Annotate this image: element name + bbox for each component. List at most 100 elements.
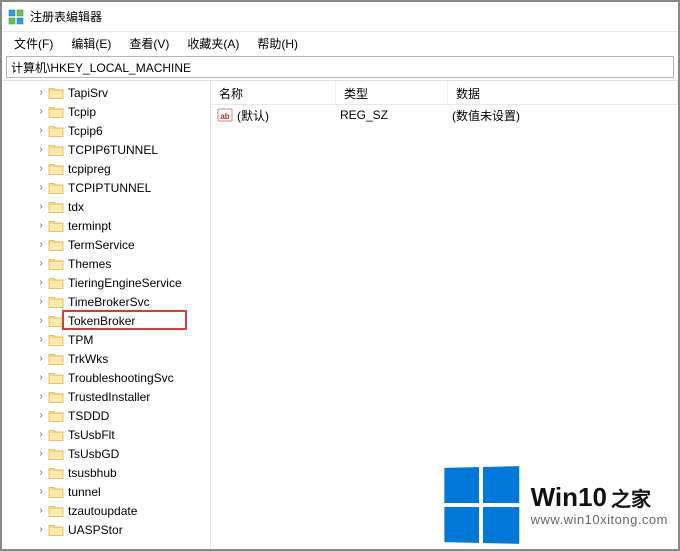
col-header-type[interactable]: 类型 — [336, 81, 448, 104]
expand-chevron-icon[interactable]: › — [36, 316, 46, 326]
expand-chevron-icon[interactable]: › — [36, 259, 46, 269]
tree-item-label: TCPIP6TUNNEL — [68, 143, 158, 157]
tree-item-label: TroubleshootingSvc — [68, 371, 174, 385]
address-path: 计算机\HKEY_LOCAL_MACHINE — [11, 59, 191, 76]
expand-chevron-icon[interactable]: › — [36, 221, 46, 231]
tree-item-label: Tcpip — [68, 105, 96, 119]
expand-chevron-icon[interactable]: › — [36, 506, 46, 516]
tree-item-tunnel[interactable]: ›tunnel — [2, 482, 210, 501]
tree-item-tsddd[interactable]: › TSDDD — [2, 406, 210, 425]
folder-icon — [48, 238, 64, 252]
window-title: 注册表编辑器 — [30, 8, 102, 25]
address-bar[interactable]: 计算机\HKEY_LOCAL_MACHINE — [6, 56, 674, 78]
folder-icon — [48, 200, 64, 214]
tree-item-label: TsUsbFlt — [68, 428, 115, 442]
tree-item-tcpip6[interactable]: › Tcpip6 — [2, 121, 210, 140]
tree-item-tcpip[interactable]: › Tcpip — [2, 102, 210, 121]
value-row[interactable]: ab(默认)REG_SZ(数值未设置) — [211, 105, 678, 125]
expand-chevron-icon[interactable]: › — [36, 240, 46, 250]
tree-item-label: Themes — [68, 257, 111, 271]
expand-chevron-icon[interactable]: › — [36, 430, 46, 440]
tree-item-troubleshootingsvc[interactable]: › TroubleshootingSvc — [2, 368, 210, 387]
expand-chevron-icon[interactable]: › — [36, 354, 46, 364]
tree-item-terminpt[interactable]: › terminpt — [2, 216, 210, 235]
tree-item-tapisrv[interactable]: › TapiSrv — [2, 83, 210, 102]
folder-icon — [48, 181, 64, 195]
tree-item-tdx[interactable]: ›tdx — [2, 197, 210, 216]
tree-item-uaspstor[interactable]: › UASPStor — [2, 520, 210, 539]
expand-chevron-icon[interactable]: › — [36, 202, 46, 212]
expand-chevron-icon[interactable]: › — [36, 145, 46, 155]
folder-icon — [48, 523, 64, 537]
tree-item-label: UASPStor — [68, 523, 123, 537]
folder-icon — [48, 86, 64, 100]
folder-icon — [48, 143, 64, 157]
values-pane[interactable]: 名称 类型 数据 ab(默认)REG_SZ(数值未设置) — [211, 81, 678, 549]
tree-item-label: TCPIPTUNNEL — [68, 181, 151, 195]
menu-help[interactable]: 帮助(H) — [249, 33, 306, 54]
tree-item-tpm[interactable]: › TPM — [2, 330, 210, 349]
folder-icon — [48, 371, 64, 385]
expand-chevron-icon[interactable]: › — [36, 278, 46, 288]
col-header-data[interactable]: 数据 — [448, 81, 678, 104]
tree-item-label: TSDDD — [68, 409, 109, 423]
tree-pane[interactable]: › TapiSrv › Tcpip › Tcpip6 › TCPIP6TUNNEL ›tcpip… — [2, 81, 211, 549]
tree-item-label: TrustedInstaller — [68, 390, 150, 404]
expand-chevron-icon[interactable]: › — [36, 487, 46, 497]
folder-icon — [48, 333, 64, 347]
value-name: (默认) — [237, 107, 340, 124]
tree-item-label: Tcpip6 — [68, 124, 103, 138]
tree-item-label: TsUsbGD — [68, 447, 119, 461]
menu-view[interactable]: 查看(V) — [121, 33, 177, 54]
folder-icon — [48, 257, 64, 271]
tree-item-tcpiptunnel[interactable]: › TCPIPTUNNEL — [2, 178, 210, 197]
expand-chevron-icon[interactable]: › — [36, 164, 46, 174]
tree-item-timebrokersvc[interactable]: ›TimeBrokerSvc — [2, 292, 210, 311]
expand-chevron-icon[interactable]: › — [36, 335, 46, 345]
expand-chevron-icon[interactable]: › — [36, 411, 46, 421]
tree-item-tsusbflt[interactable]: › TsUsbFlt — [2, 425, 210, 444]
tree-item-themes[interactable]: › Themes — [2, 254, 210, 273]
expand-chevron-icon[interactable]: › — [36, 373, 46, 383]
tree-item-tzautoupdate[interactable]: › tzautoupdate — [2, 501, 210, 520]
tree-item-label: tzautoupdate — [68, 504, 137, 518]
expand-chevron-icon[interactable]: › — [36, 88, 46, 98]
tree-item-tcpipreg[interactable]: ›tcpipreg — [2, 159, 210, 178]
tree-item-tokenbroker[interactable]: ›TokenBroker — [2, 311, 210, 330]
tree-item-label: TapiSrv — [68, 86, 108, 100]
tree-item-label: TPM — [68, 333, 93, 347]
col-header-name[interactable]: 名称 — [211, 81, 336, 104]
expand-chevron-icon[interactable]: › — [36, 183, 46, 193]
tree-item-tieringengineservice[interactable]: ›TieringEngineService — [2, 273, 210, 292]
expand-chevron-icon[interactable]: › — [36, 297, 46, 307]
tree-item-label: terminpt — [68, 219, 111, 233]
expand-chevron-icon[interactable]: › — [36, 468, 46, 478]
expand-chevron-icon[interactable]: › — [36, 107, 46, 117]
expand-chevron-icon[interactable]: › — [36, 525, 46, 535]
expand-chevron-icon[interactable]: › — [36, 392, 46, 402]
expand-chevron-icon[interactable]: › — [36, 126, 46, 136]
tree-item-termservice[interactable]: ›TermService — [2, 235, 210, 254]
folder-icon — [48, 352, 64, 366]
tree-item-label: TrkWks — [68, 352, 108, 366]
svg-text:ab: ab — [220, 112, 229, 121]
folder-icon — [48, 276, 64, 290]
tree-item-tsusbgd[interactable]: › TsUsbGD — [2, 444, 210, 463]
folder-icon — [48, 485, 64, 499]
tree-item-tcpip6tunnel[interactable]: › TCPIP6TUNNEL — [2, 140, 210, 159]
regedit-icon — [8, 9, 24, 25]
expand-chevron-icon[interactable]: › — [36, 449, 46, 459]
folder-icon — [48, 219, 64, 233]
menu-favorites[interactable]: 收藏夹(A) — [179, 33, 247, 54]
titlebar: 注册表编辑器 — [2, 2, 678, 32]
menu-edit[interactable]: 编辑(E) — [63, 33, 119, 54]
tree-item-label: tsusbhub — [68, 466, 117, 480]
tree-item-tsusbhub[interactable]: › tsusbhub — [2, 463, 210, 482]
menu-file[interactable]: 文件(F) — [6, 33, 61, 54]
value-type: REG_SZ — [340, 108, 452, 122]
folder-icon — [48, 162, 64, 176]
tree-item-trkwks[interactable]: › TrkWks — [2, 349, 210, 368]
registry-tree: › TapiSrv › Tcpip › Tcpip6 › TCPIP6TUNNEL ›tcpip… — [2, 83, 210, 539]
values-body: ab(默认)REG_SZ(数值未设置) — [211, 105, 678, 125]
tree-item-trustedinstaller[interactable]: › TrustedInstaller — [2, 387, 210, 406]
